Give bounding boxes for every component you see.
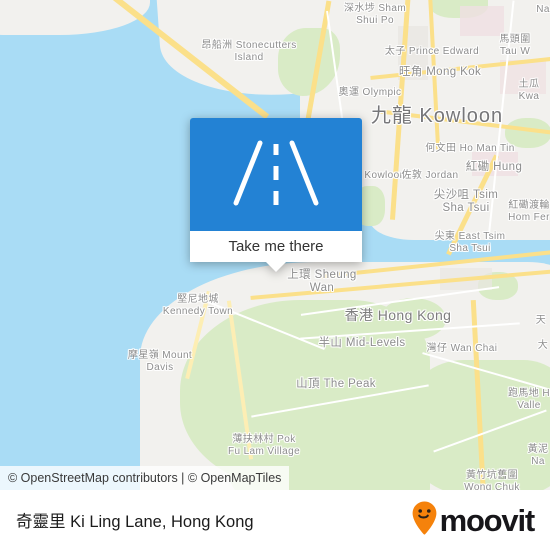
road-icon (230, 139, 322, 211)
map-block-kowloon-a (460, 6, 504, 36)
app-root: 昂船洲 Stonecutters Island 深水埗 Sham Shui Po 太子 … (0, 0, 550, 550)
place-title: 奇靈里 Ki Ling Lane, Hong Kong (16, 513, 254, 531)
footer-bar: 奇靈里 Ki Ling Lane, Hong Kong moovit (0, 490, 550, 550)
map-park-midlevels (380, 298, 446, 340)
take-me-there-label: Take me there (228, 238, 324, 255)
take-me-there-card[interactable]: Take me there (190, 118, 362, 272)
card-image-header (190, 118, 362, 231)
card-pointer-tail (266, 262, 286, 272)
map-pin-smiley-icon (411, 500, 438, 541)
map-attribution: © OpenStreetMap contributors | © OpenMap… (0, 466, 290, 490)
take-me-there-button[interactable]: Take me there (190, 231, 362, 262)
moovit-wordmark: moovit (439, 502, 536, 538)
map-canvas[interactable]: 昂船洲 Stonecutters Island 深水埗 Sham Shui Po 太子 … (0, 0, 550, 490)
map-attribution-text: © OpenStreetMap contributors | © OpenMap… (8, 471, 282, 485)
moovit-logo[interactable]: moovit (411, 500, 536, 541)
